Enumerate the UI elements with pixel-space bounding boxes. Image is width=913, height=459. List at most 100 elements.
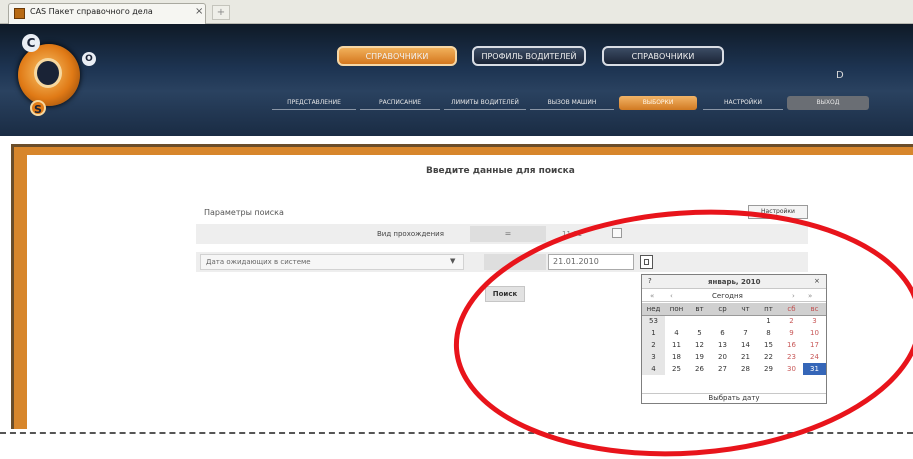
calendar-day[interactable]: 1	[757, 315, 780, 327]
week-number-header: нед	[642, 303, 665, 316]
search-button[interactable]: Поиск	[485, 286, 525, 302]
logo-center-icon	[34, 58, 62, 88]
logo-letter-o: O	[82, 52, 96, 66]
calendar-day[interactable]: 9	[780, 327, 803, 339]
calendar-footer: Выбрать дату	[642, 393, 826, 404]
calendar-week: 2 11 12 13 14 15 16 17	[642, 339, 826, 351]
screen: CAS Пакет справочного дела × + C O S СПР…	[0, 0, 913, 459]
calendar-nav: « ‹ Сегодня › »	[642, 290, 826, 302]
calendar-day[interactable]: 29	[757, 363, 780, 375]
calendar-day[interactable]: 24	[803, 351, 826, 363]
weekday-header: вс	[803, 303, 826, 316]
calendar-day[interactable]: 7	[734, 327, 757, 339]
week-number: 4	[642, 363, 665, 375]
calendar-day-selected[interactable]: 31	[803, 363, 826, 375]
calendar-day[interactable]: 4	[665, 327, 688, 339]
date-input[interactable]: 21.01.2010	[548, 254, 634, 270]
weekday-header: ср	[711, 303, 734, 316]
field-select-value: Дата ожидающих в системе	[206, 258, 311, 266]
calendar-day[interactable]: 26	[688, 363, 711, 375]
tab-title: CAS Пакет справочного дела	[30, 7, 153, 16]
calendar-day[interactable]: 25	[665, 363, 688, 375]
top-nav-item[interactable]: СПРАВОЧНИКИ	[602, 46, 724, 66]
sub-nav-item[interactable]: ПРЕДСТАВЛЕНИЕ	[272, 96, 356, 110]
help-icon[interactable]: ?	[648, 277, 652, 285]
calendar-day	[688, 315, 711, 327]
close-icon[interactable]: ×	[814, 277, 820, 285]
params-label: Параметры поиска	[204, 208, 284, 217]
week-number: 53	[642, 315, 665, 327]
comparator-select[interactable]: —	[484, 254, 546, 270]
prev-month-button[interactable]: ‹	[670, 292, 673, 300]
weekday-header: сб	[780, 303, 803, 316]
next-month-button[interactable]: ›	[792, 292, 795, 300]
form-title: Введите данные для поиска	[426, 166, 575, 176]
top-nav-active[interactable]: СПРАВОЧНИКИ	[337, 46, 457, 66]
chevron-down-icon[interactable]: ▼	[450, 257, 455, 265]
calendar-day[interactable]: 15	[757, 339, 780, 351]
calendar-day[interactable]: 28	[734, 363, 757, 375]
app-logo[interactable]: C O S	[10, 30, 98, 126]
weekday-header: пон	[665, 303, 688, 316]
filter-value[interactable]: 11.01	[562, 230, 582, 238]
calendar-day[interactable]: 20	[711, 351, 734, 363]
calendar-day[interactable]: 22	[757, 351, 780, 363]
calendar-day[interactable]: 3	[803, 315, 826, 327]
calendar-day[interactable]: 13	[711, 339, 734, 351]
calendar-week: 4 25 26 27 28 29 30 31	[642, 363, 826, 375]
new-tab-button[interactable]: +	[212, 5, 230, 20]
sub-nav-item-disabled[interactable]: ВЫХОД	[787, 96, 869, 110]
calendar-week: 1 4 5 6 7 8 9 10	[642, 327, 826, 339]
calendar-day[interactable]: 30	[780, 363, 803, 375]
filter-row-label: Вид прохождения	[377, 230, 444, 238]
tab-close-icon[interactable]: ×	[195, 6, 203, 17]
calendar-header: ? январь, 2010 ×	[642, 275, 826, 289]
next-year-button[interactable]: »	[808, 292, 812, 300]
app-header: C O S СПРАВОЧНИКИ ПРОФИЛЬ ВОДИТЕЛЕЙ СПРА…	[0, 24, 913, 136]
header-edge-label: D	[836, 70, 844, 81]
calendar-month-title: январь, 2010	[708, 278, 761, 286]
calendar-day[interactable]: 14	[734, 339, 757, 351]
browser-tab[interactable]: CAS Пакет справочного дела ×	[8, 3, 206, 24]
logo-letter-s: S	[30, 100, 46, 116]
calendar-day[interactable]: 11	[665, 339, 688, 351]
calendar-icon[interactable]	[612, 228, 622, 238]
calendar-day[interactable]: 10	[803, 327, 826, 339]
sub-nav-item[interactable]: НАСТРОЙКИ	[703, 96, 783, 110]
weekday-header: вт	[688, 303, 711, 316]
week-number: 3	[642, 351, 665, 363]
calendar-day[interactable]: 6	[711, 327, 734, 339]
calendar-day[interactable]: 12	[688, 339, 711, 351]
calendar-day	[711, 315, 734, 327]
calendar-day[interactable]: 27	[711, 363, 734, 375]
today-button[interactable]: Сегодня	[712, 292, 743, 300]
comparator-select[interactable]: =	[470, 226, 546, 242]
sub-nav-item[interactable]: ЛИМИТЫ ВОДИТЕЛЕЙ	[444, 96, 526, 110]
calendar-day[interactable]: 8	[757, 327, 780, 339]
calendar-day	[734, 315, 757, 327]
calendar-day[interactable]: 18	[665, 351, 688, 363]
calendar-week: 53 1 2 3	[642, 315, 826, 327]
calendar-button[interactable]	[640, 255, 653, 269]
top-nav-item[interactable]: ПРОФИЛЬ ВОДИТЕЛЕЙ	[472, 46, 586, 66]
calendar-grid: нед пон вт ср чт пт сб вс 53 1 2 3 1 4 5…	[642, 303, 826, 375]
calendar-icon	[644, 259, 649, 265]
sub-nav-item[interactable]: РАСПИСАНИЕ	[360, 96, 440, 110]
sub-nav-item[interactable]: ВЫЗОВ МАШИН	[530, 96, 614, 110]
calendar-day[interactable]: 2	[780, 315, 803, 327]
calendar-day[interactable]: 21	[734, 351, 757, 363]
week-number: 1	[642, 327, 665, 339]
calendar-popup: ? январь, 2010 × « ‹ Сегодня › » нед пон…	[641, 274, 827, 404]
week-number: 2	[642, 339, 665, 351]
sub-nav-active[interactable]: ВЫБОРКИ	[619, 96, 697, 110]
calendar-day[interactable]: 23	[780, 351, 803, 363]
dashed-separator	[0, 432, 913, 434]
params-settings-button[interactable]: Настройки	[748, 205, 808, 219]
browser-tab-bar: CAS Пакет справочного дела × +	[0, 0, 913, 24]
calendar-day[interactable]: 5	[688, 327, 711, 339]
calendar-day[interactable]: 17	[803, 339, 826, 351]
prev-year-button[interactable]: «	[650, 292, 654, 300]
site-favicon-icon	[14, 8, 25, 19]
calendar-day[interactable]: 19	[688, 351, 711, 363]
calendar-day[interactable]: 16	[780, 339, 803, 351]
